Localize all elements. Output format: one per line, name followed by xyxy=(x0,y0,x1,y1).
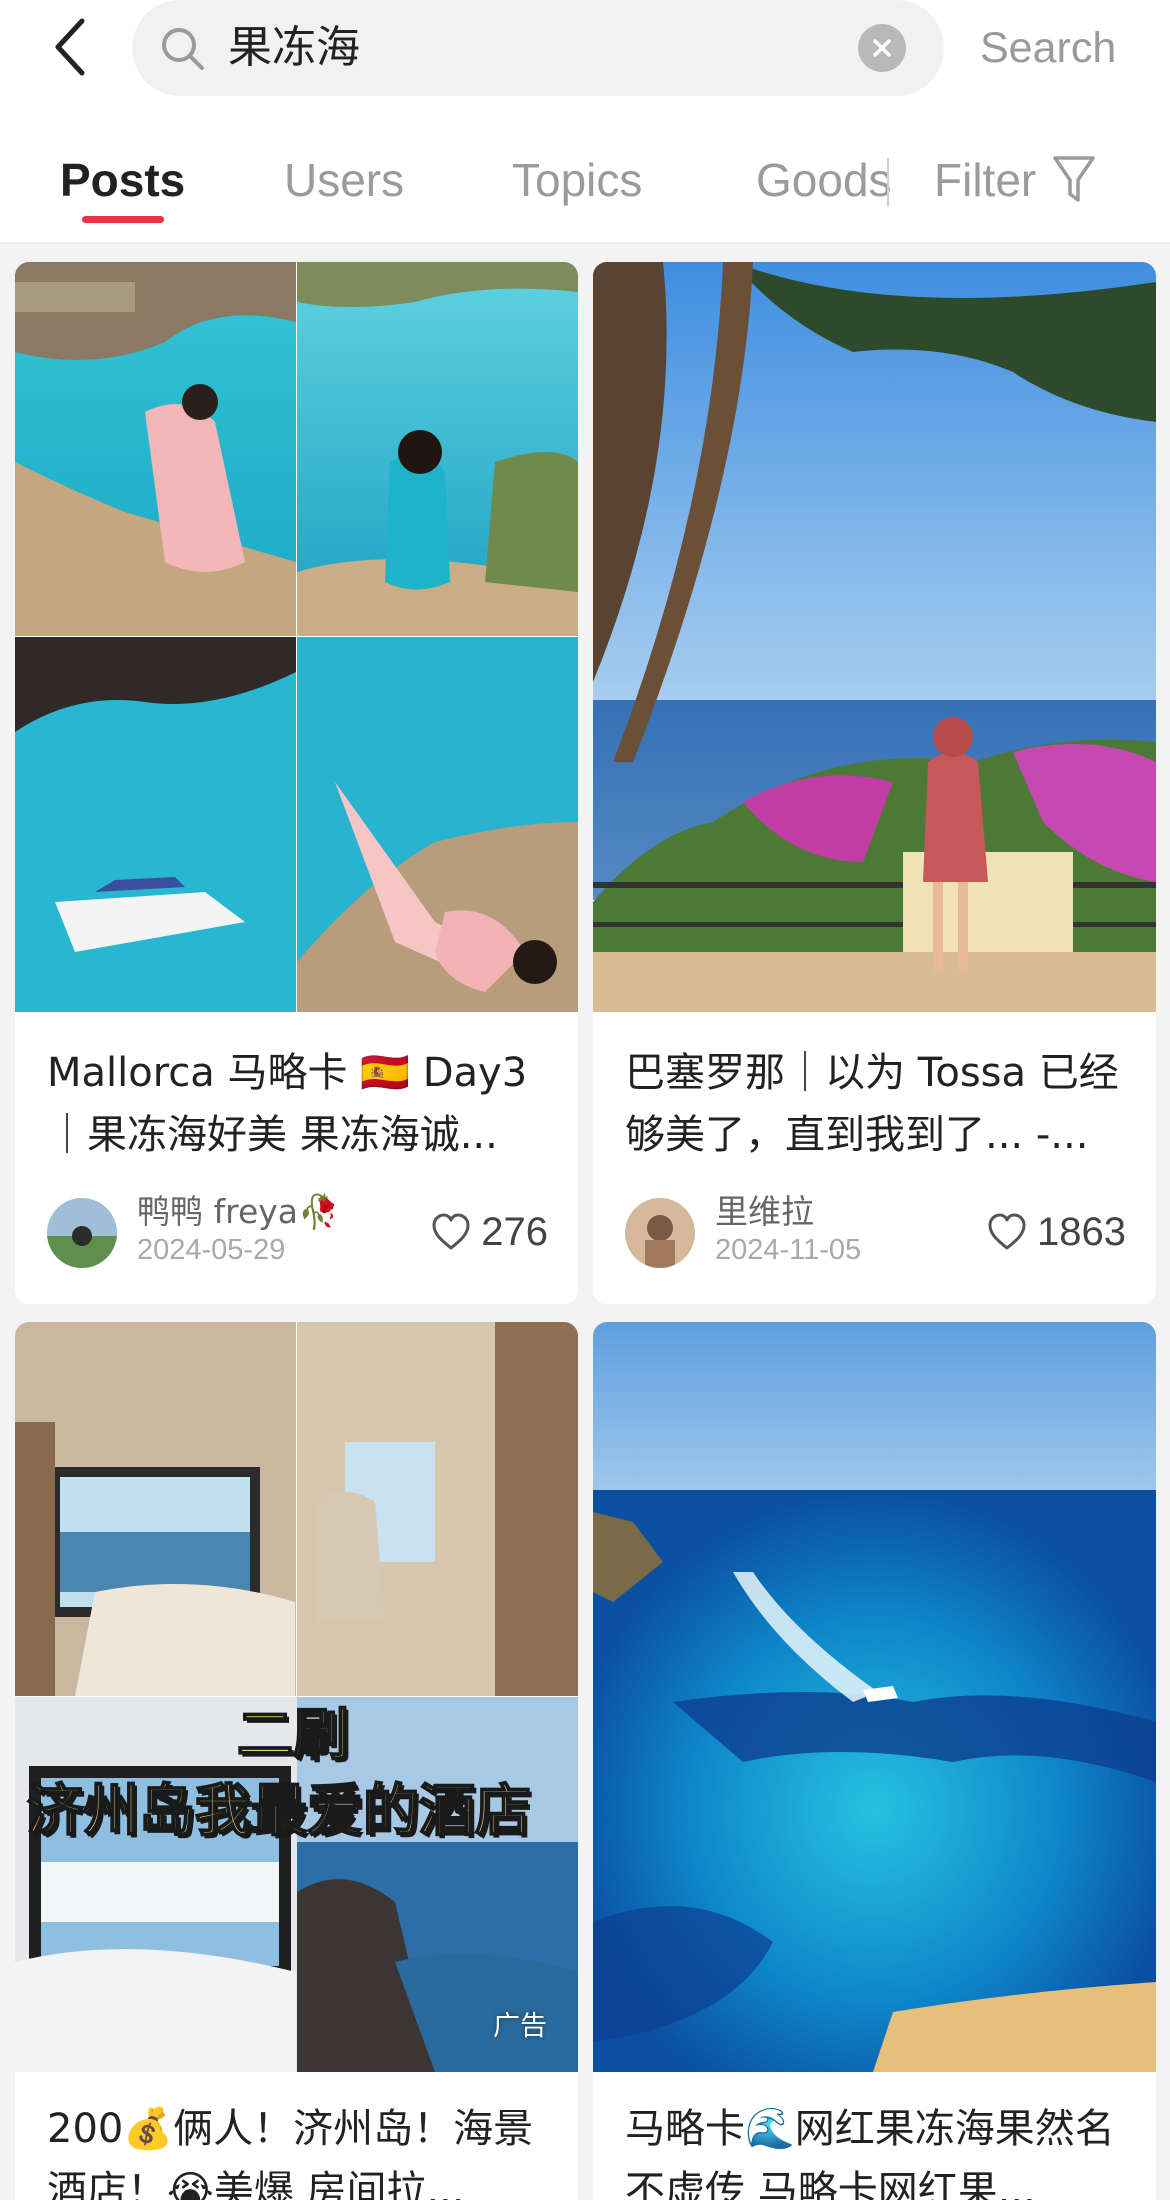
like-button[interactable]: 276 xyxy=(431,1208,548,1256)
heart-icon xyxy=(988,1213,1026,1250)
post-date: 2024-05-29 xyxy=(137,1234,286,1266)
post-cover-image xyxy=(15,262,578,1012)
like-count: 276 xyxy=(481,1210,548,1254)
search-icon xyxy=(162,28,204,70)
search-button[interactable]: Search xyxy=(980,20,1116,76)
like-count: 1863 xyxy=(1037,1210,1126,1254)
post-title: Mallorca 马略卡 🇪🇸 Day3 ｜果冻海好美 果冻海诚... xyxy=(47,1050,528,1158)
post-title: 200💰俩人！济州岛！海景酒店！😭美爆 房间拉... xyxy=(47,2106,534,2200)
tab-posts[interactable]: Posts xyxy=(60,150,185,210)
avatar xyxy=(47,1198,117,1268)
post-card[interactable]: Mallorca 马略卡 🇪🇸 Day3 ｜果冻海好美 果冻海诚... 鸭鸭 f… xyxy=(15,262,578,1304)
tab-goods[interactable]: Goods xyxy=(756,150,896,210)
clear-search-button[interactable] xyxy=(858,24,906,72)
chevron-left-icon xyxy=(55,18,85,76)
back-button[interactable] xyxy=(40,12,100,82)
post-card[interactable]: 二刷 济州岛我最爱的酒店 广告 200💰俩人！济州岛！海景酒店！😭美爆 房间拉.… xyxy=(15,1322,578,2200)
search-header: 果冻海 Search xyxy=(0,0,1170,100)
close-icon xyxy=(873,39,891,57)
cover-caption-line2: 济州岛我最爱的酒店 xyxy=(26,1778,532,1845)
filter-button[interactable]: Filter xyxy=(934,150,1096,210)
search-query-text[interactable]: 果冻海 xyxy=(228,22,360,74)
post-card[interactable]: 巴塞罗那｜以为 Tossa 已经够美了，直到我到了... -... 里维拉 20… xyxy=(593,262,1156,1304)
active-tab-indicator xyxy=(82,216,164,223)
ad-badge: 广告 xyxy=(493,2011,547,2042)
post-card[interactable]: 马略卡🌊网红果冻海果然名不虚传 马略卡网红果... xyxy=(593,1322,1156,2200)
post-title: 巴塞罗那｜以为 Tossa 已经够美了，直到我到了... -... xyxy=(625,1050,1119,1158)
tab-topics[interactable]: Topics xyxy=(512,150,642,210)
avatar xyxy=(625,1198,695,1268)
post-title: 马略卡🌊网红果冻海果然名不虚传 马略卡网红果... xyxy=(625,2106,1115,2200)
post-cover-image xyxy=(593,262,1156,1012)
post-cover-image: 二刷 济州岛我最爱的酒店 广告 xyxy=(15,1322,578,2072)
heart-icon xyxy=(432,1213,470,1250)
post-author: 鸭鸭 freya🥀 xyxy=(137,1192,340,1231)
cover-caption-line1: 二刷 xyxy=(236,1702,350,1769)
posts-feed: Mallorca 马略卡 🇪🇸 Day3 ｜果冻海好美 果冻海诚... 鸭鸭 f… xyxy=(0,244,1170,2200)
search-input[interactable]: 果冻海 xyxy=(132,0,944,96)
tab-users[interactable]: Users xyxy=(284,150,404,210)
tab-separator xyxy=(887,158,889,206)
post-author: 里维拉 xyxy=(715,1192,814,1231)
like-button[interactable]: 1863 xyxy=(987,1208,1126,1256)
result-tabs: Posts Users Topics Goods Filter xyxy=(0,130,1170,240)
post-date: 2024-11-05 xyxy=(715,1234,862,1266)
post-cover-image xyxy=(593,1322,1156,2072)
funnel-icon xyxy=(1053,156,1095,202)
filter-label: Filter xyxy=(934,154,1037,206)
